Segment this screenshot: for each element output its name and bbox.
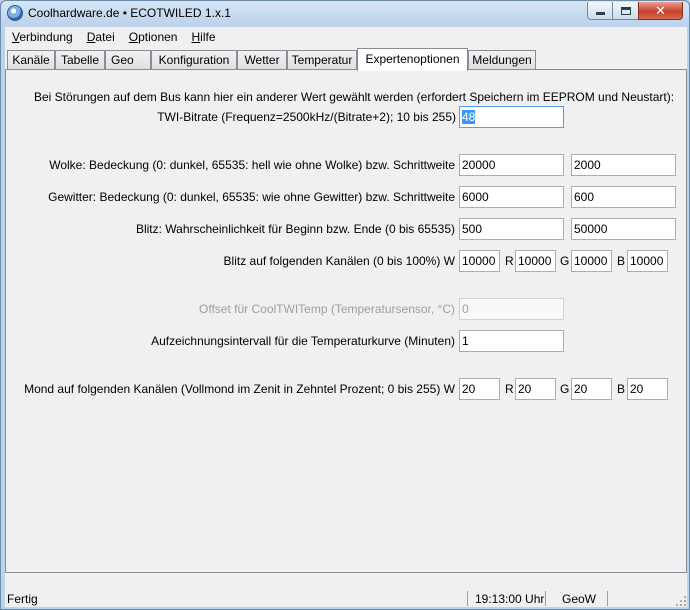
gewitter-step-input[interactable]: 600 — [571, 186, 676, 208]
menu-hilfe-label: ilfe — [200, 30, 216, 44]
twi-bitrate-label: TWI-Bitrate (Frequenz=2500kHz/(Bitrate+2… — [157, 110, 456, 124]
tab-kanaele[interactable]: Kanäle — [7, 50, 55, 70]
menu-hilfe-mnemonic: H — [191, 30, 201, 44]
close-button[interactable]: ✕ — [638, 2, 683, 20]
blitz-g-label: G — [560, 254, 570, 268]
mond-r-input[interactable]: 20 — [515, 378, 556, 400]
close-icon: ✕ — [655, 2, 666, 18]
blitz-r-input[interactable]: 10000 — [515, 250, 556, 272]
window-title: Coolhardware.de • ECOTWILED 1.x.1 — [28, 6, 231, 20]
menu-verbindung[interactable]: Verbindung — [5, 27, 80, 47]
mond-g-label: G — [560, 382, 570, 396]
maximize-icon — [620, 6, 631, 15]
status-divider — [607, 591, 608, 606]
tab-geo[interactable]: Geo — [105, 50, 151, 70]
status-divider — [545, 591, 546, 606]
blitz-b-label: B — [617, 254, 626, 268]
blitz-begin-input[interactable]: 500 — [459, 218, 564, 240]
client-area: Verbindung Datei Optionen Hilfe Kanäle T… — [5, 27, 687, 607]
mond-w-input[interactable]: 20 — [459, 378, 500, 400]
title-bar[interactable]: Coolhardware.de • ECOTWILED 1.x.1 ✕ — [1, 1, 689, 25]
gewitter-coverage-input[interactable]: 6000 — [459, 186, 564, 208]
gewitter-label: Gewitter: Bedeckung (0: dunkel, 65535: w… — [48, 190, 455, 204]
offset-input: 0 — [459, 298, 564, 320]
wolke-step-input[interactable]: 2000 — [571, 154, 676, 176]
blitz-w-input[interactable]: 10000 — [459, 250, 500, 272]
twi-bitrate-input[interactable]: 48 — [459, 106, 564, 128]
menu-bar: Verbindung Datei Optionen Hilfe — [5, 27, 687, 47]
mond-b-input[interactable]: 20 — [627, 378, 668, 400]
mond-r-label: R — [505, 382, 514, 396]
tab-wetter[interactable]: Wetter — [237, 50, 287, 70]
menu-datei-label: atei — [95, 30, 115, 44]
blitz-b-input[interactable]: 10000 — [627, 250, 668, 272]
menu-optionen[interactable]: Optionen — [122, 27, 185, 47]
menu-datei[interactable]: Datei — [80, 27, 122, 47]
menu-hilfe[interactable]: Hilfe — [184, 27, 222, 47]
maximize-button[interactable] — [612, 2, 639, 20]
mond-g-input[interactable]: 20 — [571, 378, 612, 400]
interval-label: Aufzeichnungsintervall für die Temperatu… — [151, 334, 455, 348]
tab-tabelle[interactable]: Tabelle — [55, 50, 105, 70]
menu-optionen-label: ptionen — [138, 30, 178, 44]
status-state: Fertig — [7, 592, 38, 606]
minimize-icon — [595, 12, 605, 15]
bus-note: Bei Störungen auf dem Bus kann hier ein … — [34, 90, 675, 104]
blitz-probability-label: Blitz: Wahrscheinlichkeit für Beginn bzw… — [135, 222, 455, 236]
status-mode: GeoW — [562, 592, 597, 606]
tab-strip: Kanäle Tabelle Geo Konfiguration Wetter … — [5, 48, 687, 71]
app-icon[interactable] — [7, 5, 23, 21]
menu-optionen-mnemonic: O — [128, 30, 139, 44]
menu-verbindung-label: erbindung — [19, 30, 73, 44]
blitz-end-input[interactable]: 50000 — [571, 218, 676, 240]
wolke-coverage-input[interactable]: 20000 — [459, 154, 564, 176]
tab-expertenoptionen[interactable]: Expertenoptionen — [357, 48, 468, 71]
app-window: Coolhardware.de • ECOTWILED 1.x.1 ✕ Verb… — [0, 0, 690, 610]
blitz-channels-label: Blitz auf folgenden Kanälen (0 bis 100%)… — [223, 254, 455, 268]
minimize-button[interactable] — [587, 2, 613, 20]
wolke-label: Wolke: Bedeckung (0: dunkel, 65535: hell… — [49, 158, 455, 172]
interval-input[interactable]: 1 — [459, 330, 564, 352]
blitz-r-label: R — [505, 254, 514, 268]
resize-grip-icon[interactable] — [675, 595, 686, 606]
status-time: 19:13:00 Uhr — [475, 592, 545, 606]
tab-meldungen[interactable]: Meldungen — [468, 50, 536, 70]
tab-temperatur[interactable]: Temperatur — [287, 50, 357, 70]
offset-label: Offset für CoolTWITemp (Temperatursensor… — [199, 302, 455, 316]
twi-bitrate-value: 48 — [462, 110, 476, 124]
status-divider — [467, 591, 468, 606]
status-bar: Fertig 19:13:00 Uhr GeoW — [5, 589, 687, 607]
mond-channels-label: Mond auf folgenden Kanälen (Vollmond im … — [24, 382, 455, 396]
blitz-g-input[interactable]: 10000 — [571, 250, 612, 272]
expert-options-panel: Bei Störungen auf dem Bus kann hier ein … — [5, 69, 687, 573]
tab-konfiguration[interactable]: Konfiguration — [151, 50, 237, 70]
mond-b-label: B — [617, 382, 626, 396]
